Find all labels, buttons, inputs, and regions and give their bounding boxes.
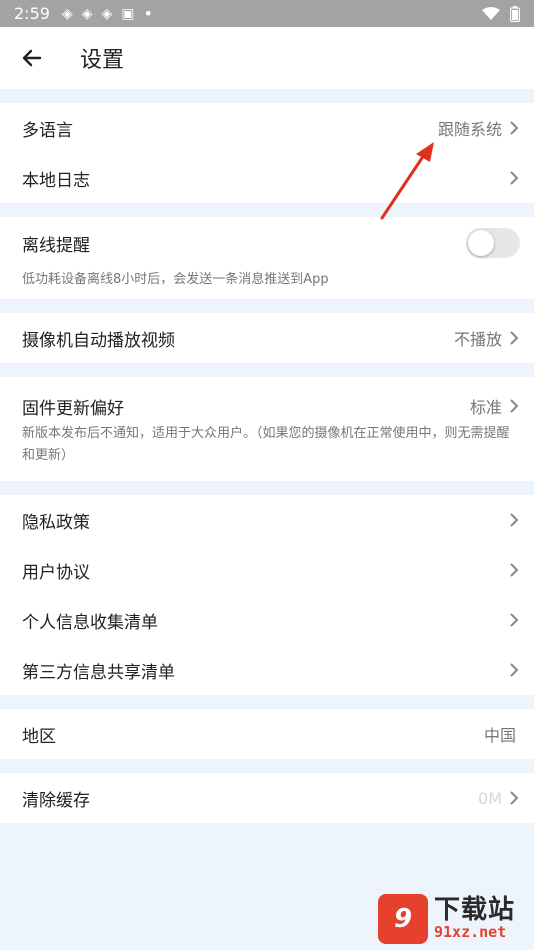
chevron-right-icon	[510, 331, 519, 345]
user-agreement-row[interactable]: 用户协议	[0, 545, 534, 595]
personal-info-row[interactable]: 个人信息收集清单	[0, 595, 534, 645]
back-arrow-icon[interactable]	[20, 46, 44, 70]
firmware-group: 固件更新偏好 标准 新版本发布后不通知，适用于大众用户。（如果您的摄像机在正常使…	[0, 377, 534, 481]
autoplay-row[interactable]: 摄像机自动播放视频 不播放	[0, 313, 534, 363]
firmware-label: 固件更新偏好	[22, 398, 124, 419]
notification-app-icon: ◈	[61, 5, 73, 22]
autoplay-group: 摄像机自动播放视频 不播放	[0, 313, 534, 363]
toggle-knob	[468, 230, 494, 256]
region-value: 中国	[483, 726, 516, 745]
region-label: 地区	[22, 726, 56, 747]
cache-group: 清除缓存 0M	[0, 773, 534, 823]
language-label: 多语言	[22, 120, 73, 141]
autoplay-label: 摄像机自动播放视频	[22, 330, 175, 351]
language-row[interactable]: 多语言 跟随系统	[0, 103, 534, 153]
local-log-row[interactable]: 本地日志	[0, 153, 534, 203]
notification-icons: ◈ ◈ ◈ ▣ •	[62, 4, 153, 23]
notification-dot: •	[143, 4, 153, 23]
personal-info-label: 个人信息收集清单	[22, 612, 158, 633]
language-value: 跟随系统	[437, 120, 502, 139]
user-agreement-label: 用户协议	[22, 562, 90, 583]
offline-alert-group: 离线提醒 低功耗设备离线8小时后，会发送一条消息推送到App	[0, 217, 534, 299]
region-row[interactable]: 地区 中国	[0, 709, 534, 759]
chevron-right-icon	[510, 791, 519, 805]
status-time: 2:59	[14, 4, 50, 23]
wifi-icon	[482, 6, 500, 20]
offline-alert-toggle[interactable]	[466, 228, 520, 258]
watermark-site: 91xz.net	[434, 922, 507, 941]
app-bar: 设置	[0, 27, 534, 89]
chevron-right-icon	[510, 171, 519, 185]
notification-app-icon: ◈	[81, 5, 93, 22]
chevron-right-icon	[510, 399, 519, 413]
region-group: 地区 中国	[0, 709, 534, 759]
legal-group: 隐私政策 用户协议 个人信息收集清单 第三方信息共享清单	[0, 495, 534, 695]
notification-app-icon: ◈	[101, 5, 113, 22]
battery-icon	[510, 5, 520, 22]
watermark-title: 下载站	[434, 895, 516, 926]
system-icons	[482, 5, 520, 22]
chevron-right-icon	[510, 513, 519, 527]
third-party-label: 第三方信息共享清单	[22, 662, 175, 683]
firmware-desc: 新版本发布后不通知，适用于大众用户。（如果您的摄像机在正常使用中，则无需提醒和更…	[22, 426, 510, 463]
watermark-logo: 9	[378, 894, 428, 944]
privacy-label: 隐私政策	[22, 512, 90, 533]
general-group: 多语言 跟随系统 本地日志	[0, 103, 534, 203]
clear-cache-label: 清除缓存	[22, 790, 90, 811]
firmware-value: 标准	[469, 398, 502, 417]
chevron-right-icon	[510, 663, 519, 677]
cache-size-value: 0M	[478, 788, 502, 808]
offline-alert-desc: 低功耗设备离线8小时后，会发送一条消息推送到App	[22, 272, 329, 287]
offline-alert-row: 离线提醒	[0, 217, 534, 269]
local-log-label: 本地日志	[22, 170, 90, 191]
chevron-right-icon	[510, 613, 519, 627]
autoplay-value: 不播放	[453, 330, 502, 349]
third-party-row[interactable]: 第三方信息共享清单	[0, 645, 534, 695]
status-bar: 2:59 ◈ ◈ ◈ ▣ •	[0, 0, 534, 27]
privacy-row[interactable]: 隐私政策	[0, 495, 534, 545]
offline-alert-label: 离线提醒	[22, 235, 90, 256]
chevron-right-icon	[510, 121, 519, 135]
page-title: 设置	[80, 48, 125, 73]
chevron-right-icon	[510, 563, 519, 577]
clear-cache-row[interactable]: 清除缓存 0M	[0, 773, 534, 823]
watermark: 9 下载站 91xz.net	[378, 888, 534, 950]
notification-a-icon: ▣	[121, 5, 135, 22]
